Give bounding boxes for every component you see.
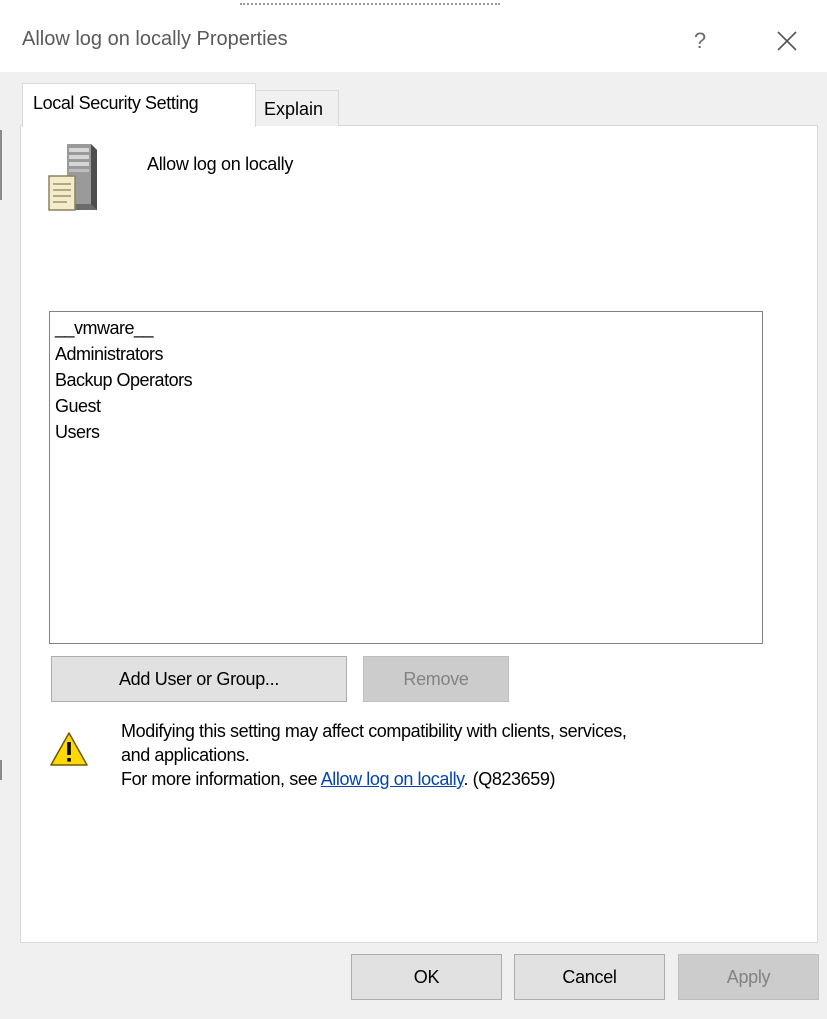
window-title: Allow log on locally Properties <box>22 28 288 50</box>
list-item[interactable]: Users <box>55 419 757 445</box>
warning-icon <box>50 732 88 766</box>
list-item[interactable]: Administrators <box>55 341 757 367</box>
background-window-edge <box>0 0 827 10</box>
more-info-suffix: . (Q823659) <box>463 769 556 789</box>
tab-local-security-setting[interactable]: Local Security Setting <box>22 83 256 127</box>
title-bar[interactable]: Allow log on locally Properties ? <box>0 10 827 72</box>
members-listbox[interactable]: __vmware__ Administrators Backup Operato… <box>49 311 763 644</box>
close-icon <box>777 31 797 51</box>
add-user-or-group-button[interactable]: Add User or Group... <box>51 656 347 702</box>
warning-message: Modifying this setting may affect compat… <box>121 719 801 791</box>
list-item[interactable]: Backup Operators <box>55 367 757 393</box>
allow-log-on-locally-link[interactable]: Allow log on locally <box>321 769 464 789</box>
tab-explain[interactable]: Explain <box>255 90 339 126</box>
help-button[interactable]: ? <box>660 16 740 66</box>
list-item[interactable]: __vmware__ <box>55 315 757 341</box>
remove-button[interactable]: Remove <box>363 656 509 702</box>
server-document-icon <box>48 144 97 211</box>
list-item[interactable]: Guest <box>55 393 757 419</box>
more-info-line: For more information, see Allow log on l… <box>121 767 801 791</box>
tab-panel-local-security-setting: Allow log on locally __vmware__ Administ… <box>20 125 818 943</box>
apply-button[interactable]: Apply <box>678 954 819 1000</box>
properties-dialog: Allow log on locally Properties ? Local … <box>0 0 827 1019</box>
background-window-edge-left <box>0 130 2 200</box>
close-button[interactable] <box>747 16 827 66</box>
policy-name: Allow log on locally <box>147 154 294 174</box>
ok-button[interactable]: OK <box>351 954 502 1000</box>
background-window-edge-left-lower <box>0 760 2 780</box>
more-info-prefix: For more information, see <box>121 769 321 789</box>
cancel-button[interactable]: Cancel <box>514 954 665 1000</box>
warning-line-1: Modifying this setting may affect compat… <box>121 721 627 741</box>
warning-line-2: and applications. <box>121 745 250 765</box>
